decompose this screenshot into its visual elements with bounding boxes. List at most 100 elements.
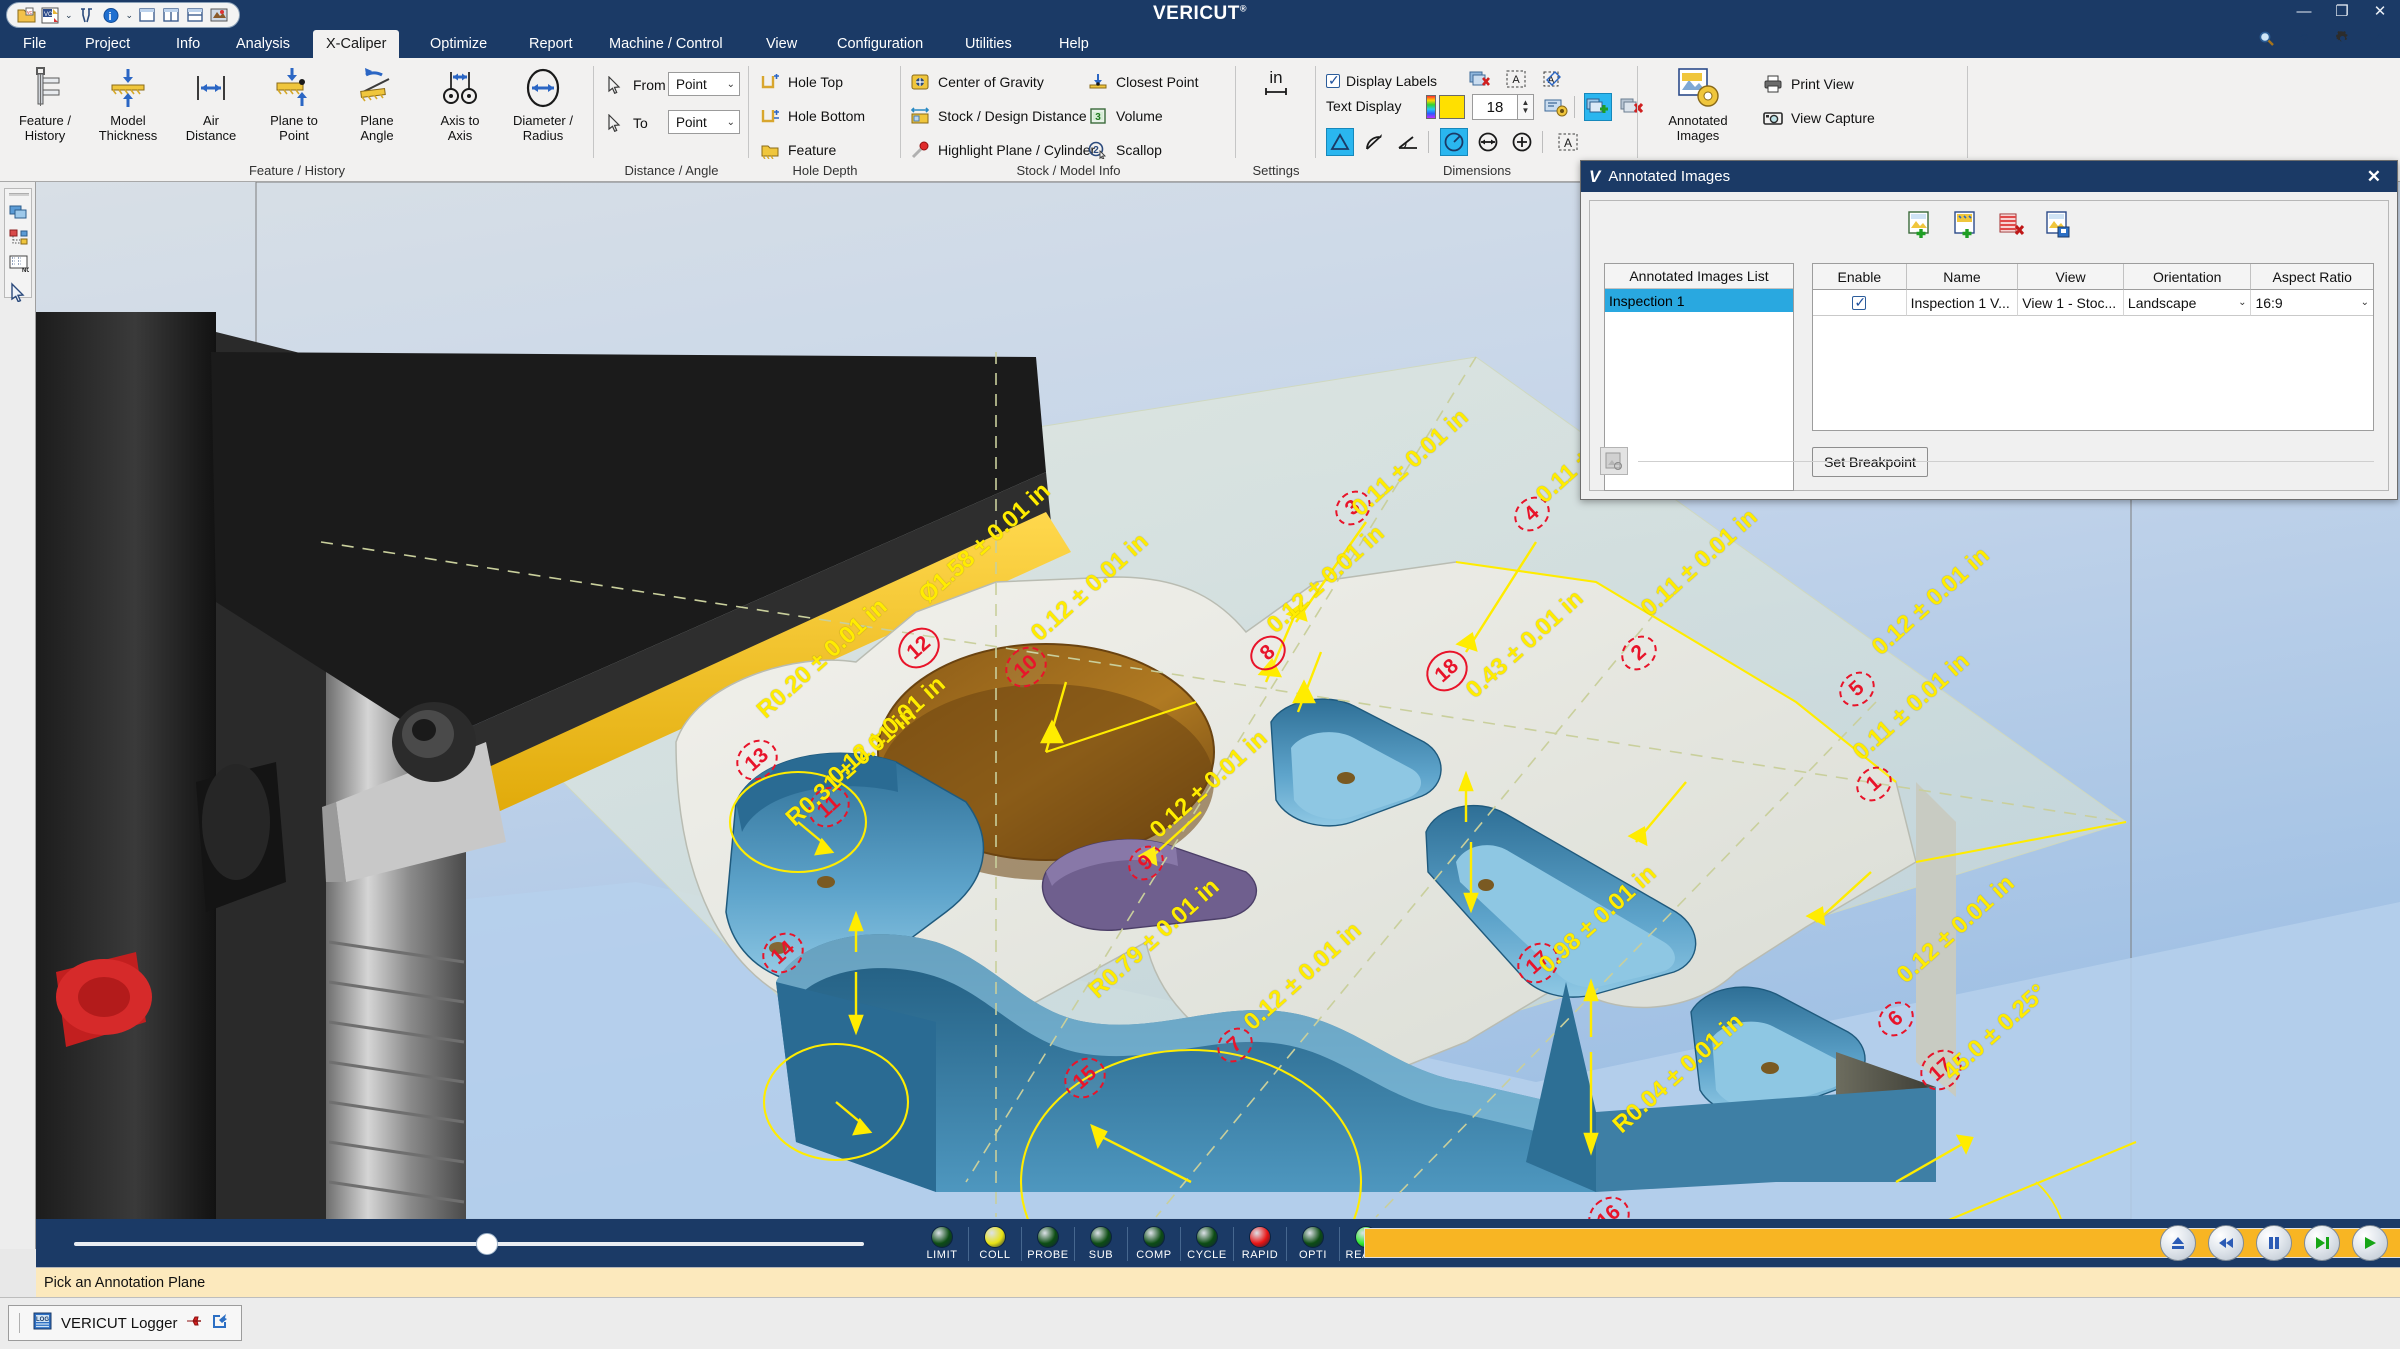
menu-item-report[interactable]: Report — [516, 30, 586, 58]
from-picker-button[interactable]: From — [604, 70, 666, 100]
text-color-swatch[interactable] — [1439, 95, 1465, 119]
save-annotated-image-icon[interactable] — [2043, 209, 2073, 239]
menu-item-help[interactable]: Help — [1046, 30, 1102, 58]
horizontal-split-view-icon[interactable] — [186, 6, 205, 25]
image-preview-icon[interactable] — [1600, 447, 1628, 475]
stock-design-distance-button[interactable]: Stock / Design Distance — [909, 101, 1087, 131]
from-type-select[interactable]: Point ⌄ — [668, 72, 740, 96]
speed-slider-thumb[interactable] — [476, 1233, 498, 1255]
gear-icon[interactable] — [2332, 30, 2352, 50]
close-button[interactable]: ✕ — [2370, 3, 2390, 21]
menu-item-configuration[interactable]: Configuration — [824, 30, 936, 58]
nc-program-icon[interactable]: NC — [8, 253, 30, 275]
print-view-button[interactable]: Print View — [1762, 69, 1854, 99]
plane-to-point-button[interactable]: Plane to Point — [252, 64, 336, 156]
pause-button[interactable] — [2256, 1225, 2292, 1261]
add-view-icon[interactable] — [1951, 209, 1981, 239]
cell-aspect-ratio-select[interactable]: 16:9 ⌄ — [2251, 290, 2373, 316]
hole-top-button[interactable]: Hole Top — [759, 67, 843, 97]
cell-name[interactable]: Inspection 1 V... — [1907, 290, 2019, 316]
open-project-icon[interactable]: vc — [17, 6, 36, 25]
setup-models-icon[interactable] — [8, 227, 30, 249]
text-size-stepper[interactable]: ▲▼ — [1518, 94, 1534, 120]
add-annotated-image-icon[interactable] — [1905, 209, 1935, 239]
triangle-plane-icon[interactable] — [1326, 128, 1354, 156]
menu-item-analysis[interactable]: Analysis — [223, 30, 303, 58]
table-row[interactable]: Inspection 1 V... View 1 - Stoc... Lands… — [1813, 290, 2373, 316]
taskbar-item-vericut-logger[interactable]: LOG VERICUT Logger — [8, 1305, 242, 1341]
feature-button[interactable]: Feature — [759, 135, 836, 165]
vertical-split-view-icon[interactable] — [162, 6, 181, 25]
highlight-plane-cylinder-button[interactable]: Highlight Plane / Cylinder — [909, 135, 1095, 165]
list-item-inspection-1[interactable]: Inspection 1 — [1605, 289, 1793, 312]
save-project-icon[interactable]: VC — [41, 6, 60, 25]
save-dropdown-caret[interactable]: ⌄ — [65, 10, 73, 21]
menu-item-machine-control[interactable]: Machine / Control — [596, 30, 736, 58]
menu-item-x-caliper[interactable]: X-Caliper — [313, 30, 399, 58]
annotated-images-dialog[interactable]: V Annotated Images ✕ Annotated Images Li… — [1580, 160, 2398, 500]
single-view-icon[interactable] — [138, 6, 157, 25]
volume-button[interactable]: 3 Volume — [1087, 101, 1163, 131]
units-button[interactable]: in — [1236, 60, 1316, 152]
text-annotation-icon[interactable]: A — [1554, 128, 1582, 156]
play-button[interactable] — [2352, 1225, 2388, 1261]
add-dimension-icon[interactable] — [1584, 93, 1612, 121]
flat-angle-icon[interactable] — [1394, 128, 1422, 156]
rewind-button[interactable] — [2208, 1225, 2244, 1261]
step-button[interactable] — [2304, 1225, 2340, 1261]
delete-row-icon[interactable] — [1997, 209, 2027, 239]
drag-handle[interactable] — [9, 193, 29, 196]
tool-manager-icon[interactable] — [78, 6, 97, 25]
collapse-ribbon-button[interactable]: ^ — [2370, 30, 2390, 50]
pin-icon[interactable] — [185, 1312, 203, 1334]
drag-handle[interactable] — [19, 1313, 21, 1333]
center-of-gravity-button[interactable]: Center of Gravity — [909, 67, 1044, 97]
speed-slider-track[interactable] — [74, 1242, 864, 1246]
text-size-input[interactable]: 18 — [1472, 94, 1518, 120]
to-type-select[interactable]: Point ⌄ — [668, 110, 740, 134]
menu-item-project[interactable]: Project — [72, 30, 143, 58]
to-picker-button[interactable]: To — [604, 108, 648, 138]
feature-history-button[interactable]: Feature / History — [3, 64, 87, 156]
dialog-close-button[interactable]: ✕ — [2359, 167, 2389, 187]
label-settings-icon[interactable] — [1542, 93, 1570, 121]
reset-button[interactable] — [2160, 1225, 2196, 1261]
color-ramp-icon[interactable] — [1426, 95, 1436, 119]
project-tree-icon[interactable] — [8, 201, 30, 223]
menu-item-view[interactable]: View — [753, 30, 810, 58]
restore-button[interactable]: ❐ — [2332, 3, 2352, 21]
point-dimension-icon[interactable] — [1508, 128, 1536, 156]
menu-item-utilities[interactable]: Utilities — [952, 30, 1025, 58]
label-box-icon[interactable]: A — [1502, 65, 1530, 93]
minimize-button[interactable]: — — [2294, 3, 2314, 21]
model-thickness-button[interactable]: Model Thickness — [86, 64, 170, 156]
menu-item-file[interactable]: File — [10, 30, 59, 58]
menu-item-optimize[interactable]: Optimize — [417, 30, 500, 58]
hole-bottom-button[interactable]: Hole Bottom — [759, 101, 865, 131]
plane-angle-button[interactable]: Plane Angle — [335, 64, 419, 156]
cell-enable-checkbox[interactable] — [1813, 290, 1907, 316]
simulation-icon[interactable] — [210, 6, 229, 25]
sweep-angle-icon[interactable] — [1360, 128, 1388, 156]
annotated-images-button[interactable]: Annotated Images — [1648, 64, 1748, 156]
view-capture-button[interactable]: View Capture — [1762, 103, 1875, 133]
info-icon[interactable]: i — [102, 6, 121, 25]
delete-all-labels-icon[interactable] — [1466, 65, 1494, 93]
cell-view[interactable]: View 1 - Stoc... — [2018, 290, 2124, 316]
menu-item-info[interactable]: Info — [163, 30, 213, 58]
info-dropdown-caret[interactable]: ⌄ — [126, 10, 134, 21]
diameter-radius-button[interactable]: Diameter / Radius — [501, 64, 585, 156]
auto-label-icon[interactable]: A — [1538, 65, 1566, 93]
scallop-button[interactable]: 2 Scallop — [1087, 135, 1162, 165]
popout-icon[interactable] — [211, 1312, 229, 1334]
cell-orientation-select[interactable]: Landscape ⌄ — [2124, 290, 2252, 316]
search-icon[interactable] — [2256, 30, 2276, 50]
air-distance-button[interactable]: Air Distance — [169, 64, 253, 156]
axis-to-axis-button[interactable]: Axis to Axis — [418, 64, 502, 156]
closest-point-button[interactable]: Closest Point — [1087, 67, 1198, 97]
diameter-dimension-icon[interactable] — [1474, 128, 1502, 156]
pick-cursor-icon[interactable] — [8, 281, 30, 303]
help-icon[interactable]: ? — [2294, 30, 2314, 50]
radius-dimension-icon[interactable] — [1440, 128, 1468, 156]
display-labels-checkbox[interactable]: Display Labels — [1326, 66, 1437, 96]
